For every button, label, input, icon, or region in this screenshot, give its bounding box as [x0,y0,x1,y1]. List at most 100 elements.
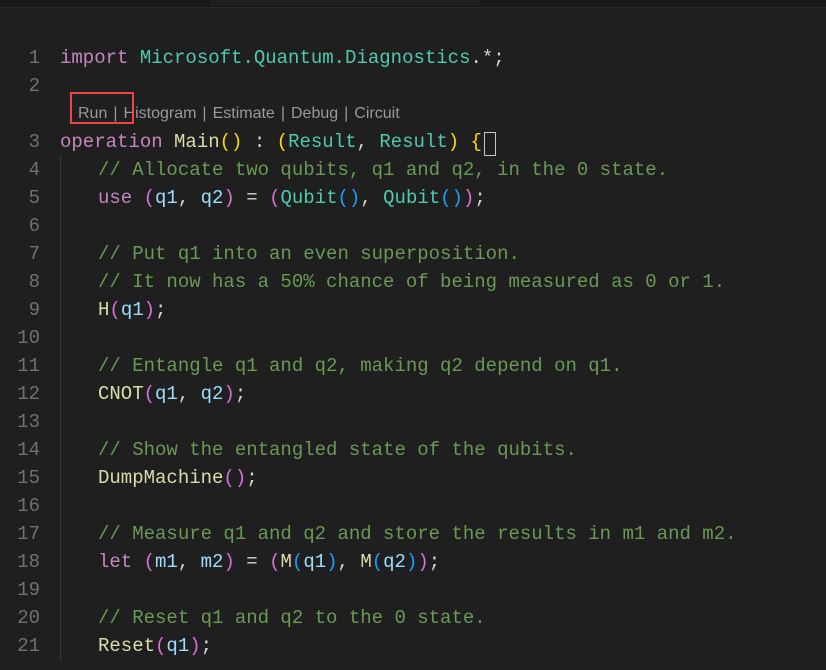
indent-guide [60,464,61,492]
code-line[interactable]: 17 // Measure q1 and q2 and store the re… [0,520,826,548]
comma: , [178,380,201,408]
code-line[interactable]: 2 [0,72,826,100]
code-line[interactable]: 14 // Show the entangled state of the qu… [0,436,826,464]
indent-guide [60,632,61,660]
code-line[interactable]: 7 // Put q1 into an even superposition. [0,240,826,268]
indent-guide [60,548,61,576]
fn-M: M [360,548,371,576]
paren-open: ( [277,128,288,156]
paren: () [338,184,361,212]
codelens-debug[interactable]: Debug [291,105,338,123]
semicolon: ; [201,632,212,660]
line-number: 1 [0,44,60,72]
ident-q2: q2 [383,548,406,576]
codelens-sep: | [202,105,206,123]
paren-open: ( [372,548,383,576]
fn-M: M [281,548,292,576]
indent-guide [60,436,61,464]
namespace: Microsoft.Quantum.Diagnostics [140,44,471,72]
comment: // Measure q1 and q2 and store the resul… [98,520,737,548]
codelens-run[interactable]: Run [78,105,107,123]
code-line[interactable]: 19 [0,576,826,604]
code-line[interactable]: 8 // It now has a 50% chance of being me… [0,268,826,296]
code-line[interactable]: 20 // Reset q1 and q2 to the 0 state. [0,604,826,632]
equals: = [235,548,269,576]
line-number: 17 [0,520,60,548]
code-line[interactable]: 5 use (q1, q2) = (Qubit(), Qubit()); [0,184,826,212]
line-number: 21 [0,632,60,660]
code-line[interactable]: 12 CNOT(q1, q2); [0,380,826,408]
paren-close: ) [406,548,417,576]
code-line[interactable]: 6 [0,212,826,240]
keyword-let: let [98,548,132,576]
codelens-estimate[interactable]: Estimate [213,105,275,123]
indent-guide [60,352,61,380]
fn-CNOT: CNOT [98,380,144,408]
comma: , [178,184,201,212]
paren-open: ( [292,548,303,576]
line-number: 14 [0,436,60,464]
code-line[interactable]: 4 // Allocate two qubits, q1 and q2, in … [0,156,826,184]
ident-q1: q1 [155,184,178,212]
code-line[interactable]: 21 Reset(q1); [0,632,826,660]
code-line[interactable]: 15 DumpMachine(); [0,464,826,492]
paren: () [223,464,246,492]
keyword-use: use [98,184,132,212]
line-number: 3 [0,128,60,156]
semicolon: ; [474,184,485,212]
keyword-operation: operation [60,128,163,156]
indent-guide [60,184,61,212]
indent-guide [60,156,61,184]
type-result: Result [288,128,356,156]
dot-star: .*; [470,44,504,72]
cursor [484,132,496,156]
code-line[interactable]: 9 H(q1); [0,296,826,324]
line-number: 4 [0,156,60,184]
equals: = [235,184,269,212]
code-line[interactable]: 3 operation Main() : (Result, Result) { [0,128,826,156]
comma: , [360,184,383,212]
indent-guide [60,324,61,352]
paren-close: ) [448,128,459,156]
codelens-histogram[interactable]: Histogram [124,105,197,123]
paren-open: ( [269,184,280,212]
comment: // It now has a 50% chance of being meas… [98,268,725,296]
code-line[interactable]: 18 let (m1, m2) = (M(q1), M(q2)); [0,548,826,576]
line-number: 11 [0,352,60,380]
codelens-circuit[interactable]: Circuit [354,105,399,123]
codelens-sep: | [113,105,117,123]
code-line[interactable]: 16 [0,492,826,520]
code-line[interactable]: 1 import Microsoft.Quantum.Diagnostics.*… [0,44,826,72]
code-line[interactable]: 11 // Entangle q1 and q2, making q2 depe… [0,352,826,380]
ident-m1: m1 [155,548,178,576]
ident-q2: q2 [201,380,224,408]
keyword-import: import [60,44,128,72]
paren-close: ) [189,632,200,660]
line-number: 18 [0,548,60,576]
paren-open: ( [155,632,166,660]
codelens-sep: | [344,105,348,123]
paren-close: ) [417,548,428,576]
line-number: 10 [0,324,60,352]
fn-DumpMachine: DumpMachine [98,464,223,492]
line-number: 7 [0,240,60,268]
paren-open: ( [144,184,155,212]
indent-guide [60,576,61,604]
line-number: 20 [0,604,60,632]
paren-close: ) [223,380,234,408]
ident-q2: q2 [201,184,224,212]
paren-open: ( [109,296,120,324]
code-line[interactable]: 10 [0,324,826,352]
line-number: 2 [0,72,60,100]
operation-name: Main [174,128,220,156]
code-line[interactable]: 13 [0,408,826,436]
type-qubit: Qubit [383,184,440,212]
indent-guide [60,408,61,436]
indent-guide [60,296,61,324]
code-editor[interactable]: 1 import Microsoft.Quantum.Diagnostics.*… [0,8,826,660]
ident-q1: q1 [303,548,326,576]
brace-open: { [471,128,482,156]
comma: , [178,548,201,576]
active-tab-region [210,0,480,6]
comment: // Put q1 into an even superposition. [98,240,520,268]
